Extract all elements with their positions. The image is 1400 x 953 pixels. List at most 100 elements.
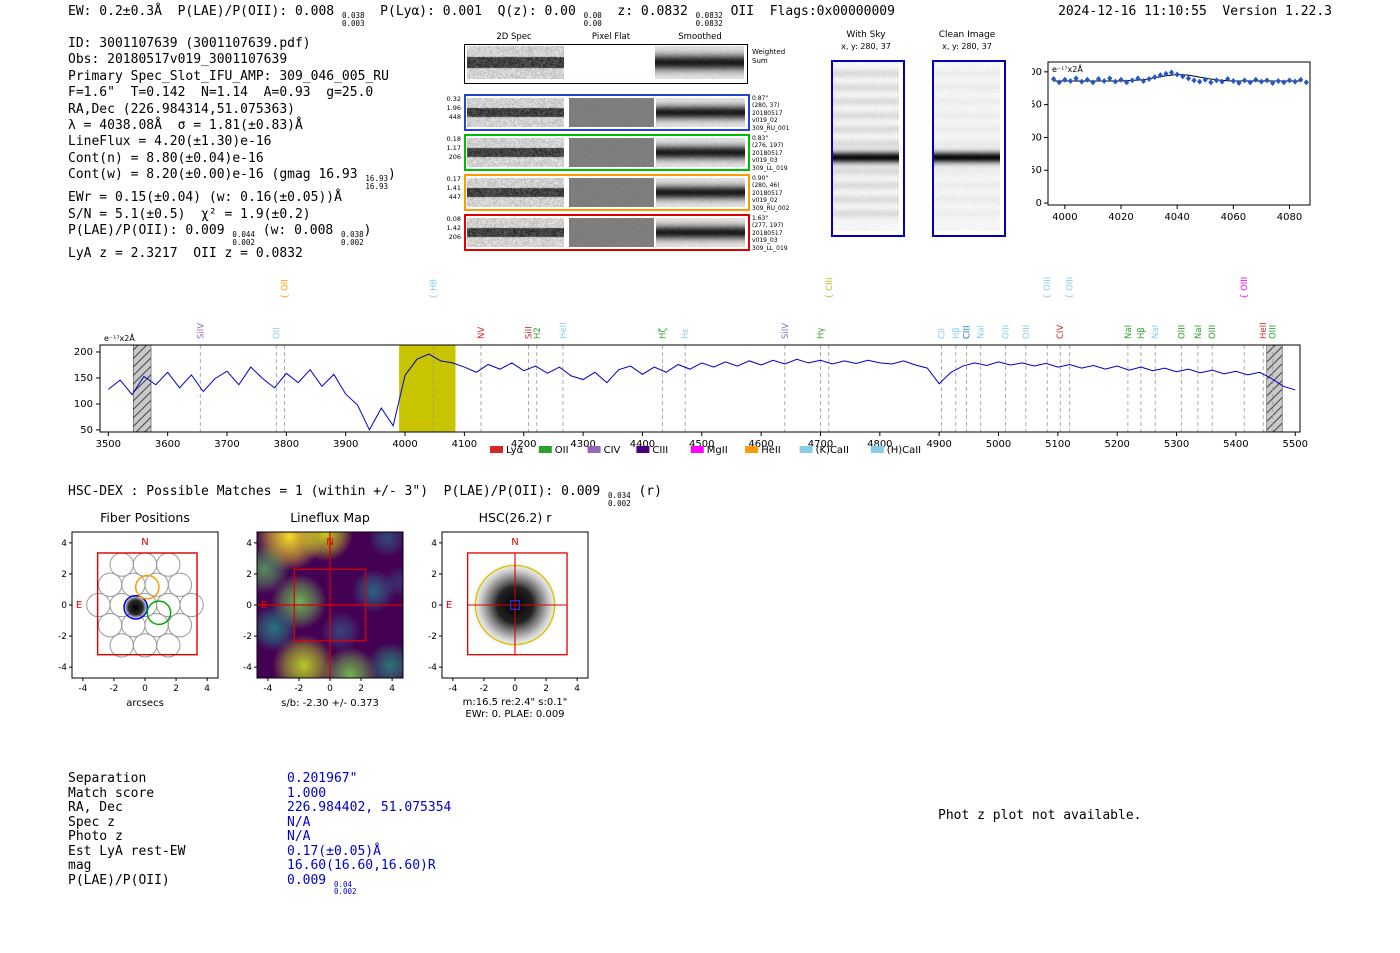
emission-line-label: { OII: [281, 279, 291, 299]
north-label: N: [326, 537, 333, 548]
header-summary-frac: 0.08320.0832: [696, 12, 723, 27]
info-line-text: ID: 3001107639 (3001107639.pdf): [68, 36, 311, 51]
svg-text:100: 100: [74, 399, 93, 410]
match-table-value-text: 0.009: [287, 873, 334, 888]
header-summary-text: EW: 0.2±0.3Å P(LAE)/P(OII): 0.008: [68, 4, 342, 19]
match-table-value: N/A: [287, 829, 310, 844]
cutout-pixelflat-image: [569, 218, 654, 247]
north-label: N: [141, 537, 148, 548]
svg-text:4000: 4000: [1052, 212, 1077, 223]
weighted-sum-label-line1: Weighted: [752, 48, 785, 57]
clean-image-title: Clean Image: [939, 30, 996, 40]
lineflux-blob: [367, 642, 414, 689]
legend-label: Lyα: [506, 445, 524, 456]
svg-text:200: 200: [1032, 67, 1042, 78]
svg-text:5300: 5300: [1164, 439, 1189, 450]
match-table-value: 226.984402, 51.075354: [287, 800, 451, 815]
svg-text:5400: 5400: [1223, 439, 1248, 450]
fiber-positions-panel: Fiber Positions-4-4-2-2002244NEarcsecs: [40, 510, 240, 722]
match-table-row: Match score1.000: [68, 787, 451, 802]
weighted-2dspec-image: [467, 46, 564, 79]
svg-text:-2: -2: [109, 684, 118, 694]
emission-line-label: SiIV: [781, 323, 791, 339]
info-line: F=1.6" T=0.142 N=1.14 A=0.93 g=25.0: [68, 85, 396, 101]
cutout-smoothed-image: [656, 178, 745, 207]
match-table-label: Separation: [68, 772, 287, 787]
panel-title: Fiber Positions: [100, 510, 190, 525]
header-summary-frac: 0.0380.003: [342, 12, 365, 27]
legend-swatch: [490, 446, 503, 453]
emission-line-label: SiIV: [196, 323, 206, 339]
svg-text:4: 4: [204, 684, 210, 694]
legend-label: MgII: [707, 445, 728, 456]
svg-text:4020: 4020: [1108, 212, 1133, 223]
svg-text:0: 0: [142, 684, 148, 694]
emission-line-label: CIII: [962, 326, 972, 339]
hsc-match-header-text: (r): [631, 484, 662, 499]
info-line-frac: 0.0440.002: [232, 231, 255, 246]
svg-text:-4: -4: [78, 684, 87, 694]
panel-title: HSC(26.2) r: [479, 510, 553, 525]
info-line-text: λ = 4038.08Å σ = 1.81(±0.83)Å: [68, 118, 303, 133]
cutout-col-header-pixelflat: Pixel Flat: [592, 32, 630, 42]
legend-swatch: [691, 446, 704, 453]
with-sky-coords: x, y: 280, 37: [841, 42, 891, 51]
svg-text:5000: 5000: [986, 439, 1011, 450]
legend-swatch: [745, 446, 758, 453]
cutout-col-header-smoothed: Smoothed: [678, 32, 721, 42]
svg-text:2: 2: [173, 684, 179, 694]
svg-text:50: 50: [80, 425, 93, 436]
svg-text:4: 4: [431, 539, 437, 549]
header-summary-text: OII Flags:0x00000009: [723, 4, 895, 19]
cutout-col-header-2dspec: 2D Spec: [496, 32, 531, 42]
info-line-text: (w: 0.008: [255, 223, 341, 238]
svg-text:-2: -2: [58, 632, 67, 642]
svg-text:2: 2: [61, 570, 67, 580]
emission-line-label: Hβ: [1137, 327, 1147, 339]
svg-text:4100: 4100: [452, 439, 477, 450]
cutout-smoothed-image: [656, 98, 745, 127]
header-summary-text: z: 0.0832: [602, 4, 696, 19]
svg-text:4: 4: [246, 539, 252, 549]
info-line-text: Primary Spec_Slot_IFU_AMP: 309_046_005_R…: [68, 69, 389, 84]
svg-text:5100: 5100: [1045, 439, 1070, 450]
panel-caption: EWr: 0. PLAE: 0.009: [465, 709, 564, 720]
emission-line-label: HeII: [559, 322, 569, 339]
svg-text:4080: 4080: [1277, 212, 1302, 223]
info-line-text: LineFlux = 4.20(±1.30)e-16: [68, 134, 272, 149]
svg-text:3900: 3900: [333, 439, 358, 450]
emission-line-label: OII: [272, 327, 282, 339]
clean-image-coords: x, y: 280, 37: [942, 42, 992, 51]
match-table-value-text: 226.984402, 51.075354: [287, 800, 451, 815]
info-line: ID: 3001107639 (3001107639.pdf): [68, 36, 396, 52]
match-table-value-text: N/A: [287, 815, 310, 830]
emission-line-label: Hζ: [659, 328, 669, 339]
svg-text:2: 2: [431, 570, 437, 580]
legend-label: HeII: [761, 445, 781, 456]
cutout-row-left-stats: 0.181.17206: [433, 135, 461, 162]
svg-text:0: 0: [327, 684, 333, 694]
full-spectrum-plot: 3500360037003800390040004100420043004400…: [0, 262, 1400, 477]
panel-xlabel: arcsecs: [126, 698, 164, 709]
info-line: P(LAE)/P(OII): 0.009 0.0440.002 (w: 0.00…: [68, 223, 396, 246]
svg-text:-4: -4: [263, 684, 272, 694]
emission-line-label: Hγ: [816, 328, 826, 339]
header-datetime: 2024-12-16 11:10:55 Version 1.22.3: [1058, 4, 1332, 20]
detected-line-band: [399, 345, 455, 432]
cutout-smoothed-image: [656, 138, 745, 167]
info-line-text: F=1.6" T=0.142 N=1.14 A=0.93 g=25.0: [68, 85, 373, 100]
match-table-value-text: 1.000: [287, 786, 326, 801]
emission-line-label: NaI: [1194, 325, 1204, 339]
info-line: RA,Dec (226.984314,51.075363): [68, 102, 396, 118]
cutout-2dspec-image: [467, 218, 564, 247]
svg-text:-4: -4: [243, 663, 252, 673]
cutout-row: [464, 94, 750, 131]
emission-line-label: { OIII: [1066, 277, 1076, 299]
east-label: E: [76, 600, 82, 611]
cutout-pixelflat-image: [569, 138, 654, 167]
cutout-2dspec-image: [467, 98, 564, 127]
info-line: λ = 4038.08Å σ = 1.81(±0.83)Å: [68, 118, 396, 134]
header-summary-frac: 0.000.00: [584, 12, 602, 27]
emission-line-label: OIII: [1022, 325, 1032, 339]
east-label: E: [261, 600, 267, 611]
